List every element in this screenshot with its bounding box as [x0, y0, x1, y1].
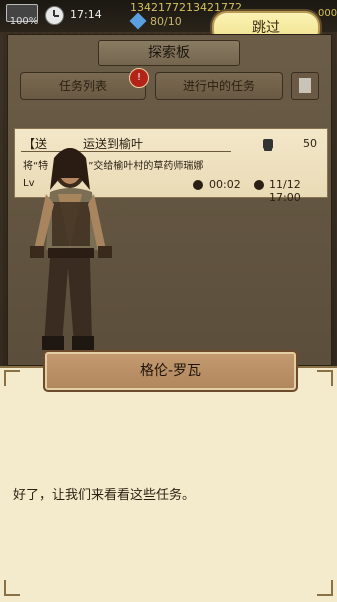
quest-points: 50: [303, 137, 317, 150]
corner-ornament: [317, 370, 333, 386]
stack-icon: [263, 139, 273, 149]
bookmark-icon[interactable]: [291, 72, 319, 100]
clock-icon: [45, 6, 64, 25]
clock-time: 17:14: [70, 8, 102, 21]
corner-ornament: [317, 580, 333, 596]
timer-icon: [193, 180, 203, 190]
corner-ornament: [4, 370, 20, 386]
speaker-name-plate: 格伦-罗瓦: [43, 350, 298, 392]
alarm-icon: [254, 180, 264, 190]
battery-icon: 100%: [4, 2, 40, 28]
notification-badge: !: [129, 68, 149, 88]
dialog-text: 好了，让我们来看看这些任务。: [13, 488, 196, 503]
gold-amount-tertiary: 0000: [318, 8, 337, 19]
quest-duration: 00:02: [209, 178, 241, 191]
corner-ornament: [4, 580, 20, 596]
character-portrait: [30, 148, 112, 350]
tab-active-quests[interactable]: 进行中的任务: [155, 72, 283, 100]
quest-deadline: 11/12 17:00: [269, 178, 301, 204]
tab-quest-list[interactable]: 任务列表: [20, 72, 146, 100]
gem-count: 80/10: [150, 15, 182, 28]
battery-level: 100%: [9, 16, 39, 27]
board-title: 探索板: [98, 40, 240, 66]
gem-icon: [129, 12, 147, 30]
